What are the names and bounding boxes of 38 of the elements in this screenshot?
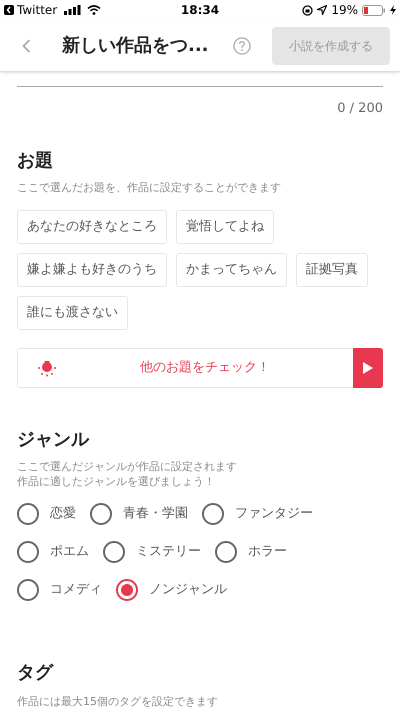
- genre-radio[interactable]: ノンジャンル: [116, 579, 227, 601]
- genre-radio[interactable]: コメディ: [17, 579, 102, 601]
- back-app-icon[interactable]: [4, 5, 14, 15]
- wifi-icon: [87, 5, 102, 15]
- section-description: 作品には最大15個のタグを設定できます: [17, 694, 219, 710]
- back-app-link[interactable]: Twitter: [17, 1, 58, 19]
- genre-radio[interactable]: ポエム: [17, 541, 89, 563]
- help-icon[interactable]: [232, 36, 251, 54]
- page-title: 新しい作品をつ...: [62, 34, 209, 58]
- section-heading: お題: [17, 148, 54, 172]
- genre-radio[interactable]: 恋愛: [17, 503, 76, 525]
- play-icon: [363, 362, 373, 374]
- theme-chip[interactable]: 誰にも渡さない: [17, 296, 128, 330]
- check-themes-button[interactable]: 他のお題をチェック！: [17, 348, 383, 388]
- section-heading: ジャンル: [17, 428, 90, 452]
- theme-chip[interactable]: 証拠写真: [296, 253, 368, 287]
- theme-chip[interactable]: あなたの好きなところ: [17, 210, 167, 244]
- rotation-lock-icon: [302, 4, 314, 16]
- signal-icon: [64, 5, 82, 15]
- theme-chip[interactable]: かまってちゃん: [176, 253, 287, 287]
- genre-radio[interactable]: ホラー: [215, 541, 287, 563]
- battery-percent: 19%: [331, 2, 358, 19]
- section-description: ここで選んだジャンルが作品に設定されます: [17, 459, 238, 474]
- lightbulb-icon: [37, 359, 57, 377]
- genre-radio[interactable]: 青春・学園: [90, 503, 188, 525]
- location-icon: [317, 5, 328, 15]
- genre-radio[interactable]: ミステリー: [103, 541, 201, 563]
- section-description: ここで選んだお題を、作品に設定することができます: [17, 180, 282, 196]
- theme-chip[interactable]: 覚悟してよね: [176, 210, 274, 244]
- battery-icon: [362, 4, 386, 16]
- section-heading: タグ: [17, 661, 55, 685]
- character-counter: 0 / 200: [337, 100, 383, 118]
- theme-chip[interactable]: 嫌よ嫌よも好きのうち: [17, 253, 167, 287]
- genre-radio[interactable]: ファンタジー: [202, 503, 313, 525]
- back-chevron-icon: [22, 38, 30, 52]
- charging-icon: [390, 5, 396, 15]
- section-description: 作品に適したジャンルを選びましょう！: [17, 474, 216, 489]
- clock-time: 18:34: [180, 3, 220, 17]
